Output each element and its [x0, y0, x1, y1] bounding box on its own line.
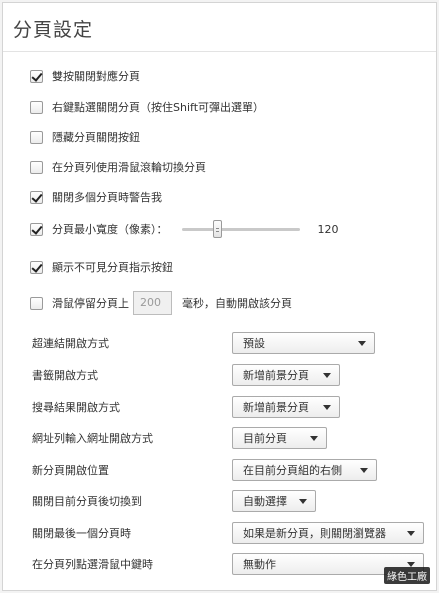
select-label: 搜尋結果開啟方式: [32, 401, 120, 414]
search-open-row: 搜尋結果開啟方式: [32, 396, 120, 418]
option-label: 在分頁列使用滑鼠滾輪切換分頁: [52, 161, 206, 174]
select-value: 如果是新分頁，則關閉瀏覽器: [243, 527, 386, 540]
option-show-hidden-tab-indicator[interactable]: 顯示不可見分頁指示按鈕: [30, 257, 173, 277]
select-value: 新增前景分頁: [243, 369, 309, 382]
min-width-slider[interactable]: [181, 219, 300, 239]
checkbox[interactable]: [30, 296, 43, 310]
bookmark-open-row: 書籤開啟方式: [32, 364, 98, 386]
checkbox[interactable]: [30, 100, 43, 114]
option-hover-open-tab[interactable]: 滑鼠停留分頁上 200 毫秒，自動開啟該分頁: [30, 291, 292, 315]
checkbox[interactable]: [30, 222, 43, 236]
slider-track[interactable]: [181, 228, 300, 231]
link-open-row: 超連結開啟方式: [32, 332, 109, 354]
watermark-logo: 綠色工廠: [384, 567, 430, 584]
select-value: 在目前分頁組的右側: [243, 464, 342, 477]
select-label: 關閉最後一個分頁時: [32, 527, 131, 540]
option-label: 右鍵點選關閉分頁（按住Shift可彈出選單）: [52, 101, 265, 114]
select-value: 預設: [243, 337, 265, 350]
close-last-tab-select[interactable]: 如果是新分頁，則關閉瀏覽器: [232, 522, 424, 544]
select-label: 關閉目前分頁後切換到: [32, 495, 142, 508]
select-label: 在分頁列點選滑鼠中鍵時: [32, 558, 153, 571]
option-label: 隱藏分頁關閉按鈕: [52, 131, 140, 144]
page-title: 分頁設定: [13, 19, 94, 41]
chevron-down-icon: [323, 372, 331, 378]
option-label: 雙按關閉對應分頁: [52, 70, 140, 83]
option-wheel-switch-tabs[interactable]: 在分頁列使用滑鼠滾輪切換分頁: [30, 157, 206, 177]
address-bar-open-select[interactable]: 目前分頁: [232, 427, 327, 449]
checkbox[interactable]: [30, 69, 43, 83]
after-close-select[interactable]: 自動選擇: [232, 490, 316, 512]
option-warn-close-multiple[interactable]: 關閉多個分頁時警告我: [30, 187, 162, 207]
chevron-down-icon: [407, 530, 415, 536]
option-label: 關閉多個分頁時警告我: [52, 191, 162, 204]
title-divider: [3, 51, 436, 52]
option-min-tab-width[interactable]: 分頁最小寬度（像素）： 120: [30, 219, 339, 239]
option-label: 分頁最小寬度（像素）：: [52, 223, 168, 236]
new-tab-position-select[interactable]: 在目前分頁組的右側: [232, 459, 377, 481]
new-tab-position-row: 新分頁開啟位置: [32, 459, 109, 481]
chevron-down-icon: [358, 340, 366, 346]
close-last-tab-row: 關閉最後一個分頁時: [32, 522, 131, 544]
bookmark-open-select[interactable]: 新增前景分頁: [232, 364, 340, 386]
slider-handle[interactable]: [212, 220, 222, 238]
select-value: 無動作: [243, 558, 276, 571]
select-value: 新增前景分頁: [243, 401, 309, 414]
select-label: 新分頁開啟位置: [32, 464, 109, 477]
after-close-row: 關閉目前分頁後切換到: [32, 490, 142, 512]
checkbox[interactable]: [30, 160, 43, 174]
chevron-down-icon: [407, 561, 415, 567]
chevron-down-icon: [360, 467, 368, 473]
address-bar-open-row: 網址列輸入網址開啟方式: [32, 427, 153, 449]
checkbox[interactable]: [30, 190, 43, 204]
select-label: 超連結開啟方式: [32, 337, 109, 350]
select-label: 網址列輸入網址開啟方式: [32, 432, 153, 445]
search-open-select[interactable]: 新增前景分頁: [232, 396, 340, 418]
chevron-down-icon: [310, 435, 318, 441]
hover-suffix: 毫秒，自動開啟該分頁: [182, 297, 292, 310]
chevron-down-icon: [299, 498, 307, 504]
option-right-click-close[interactable]: 右鍵點選關閉分頁（按住Shift可彈出選單）: [30, 97, 264, 117]
checkbox[interactable]: [30, 260, 43, 274]
chevron-down-icon: [323, 404, 331, 410]
option-label: 滑鼠停留分頁上: [52, 297, 129, 310]
option-label: 顯示不可見分頁指示按鈕: [52, 261, 173, 274]
settings-panel: 分頁設定 雙按關閉對應分頁 右鍵點選關閉分頁（按住Shift可彈出選單） 隱藏分…: [2, 2, 437, 591]
min-width-value: 120: [317, 222, 339, 236]
select-value: 自動選擇: [243, 495, 287, 508]
middle-click-row: 在分頁列點選滑鼠中鍵時: [32, 553, 153, 575]
option-hide-close-button[interactable]: 隱藏分頁關閉按鈕: [30, 127, 140, 147]
option-double-click-close[interactable]: 雙按關閉對應分頁: [30, 66, 140, 86]
select-label: 書籤開啟方式: [32, 369, 98, 382]
link-open-select[interactable]: 預設: [232, 332, 375, 354]
checkbox[interactable]: [30, 130, 43, 144]
hover-delay-input[interactable]: 200: [133, 291, 172, 315]
select-value: 目前分頁: [243, 432, 287, 445]
